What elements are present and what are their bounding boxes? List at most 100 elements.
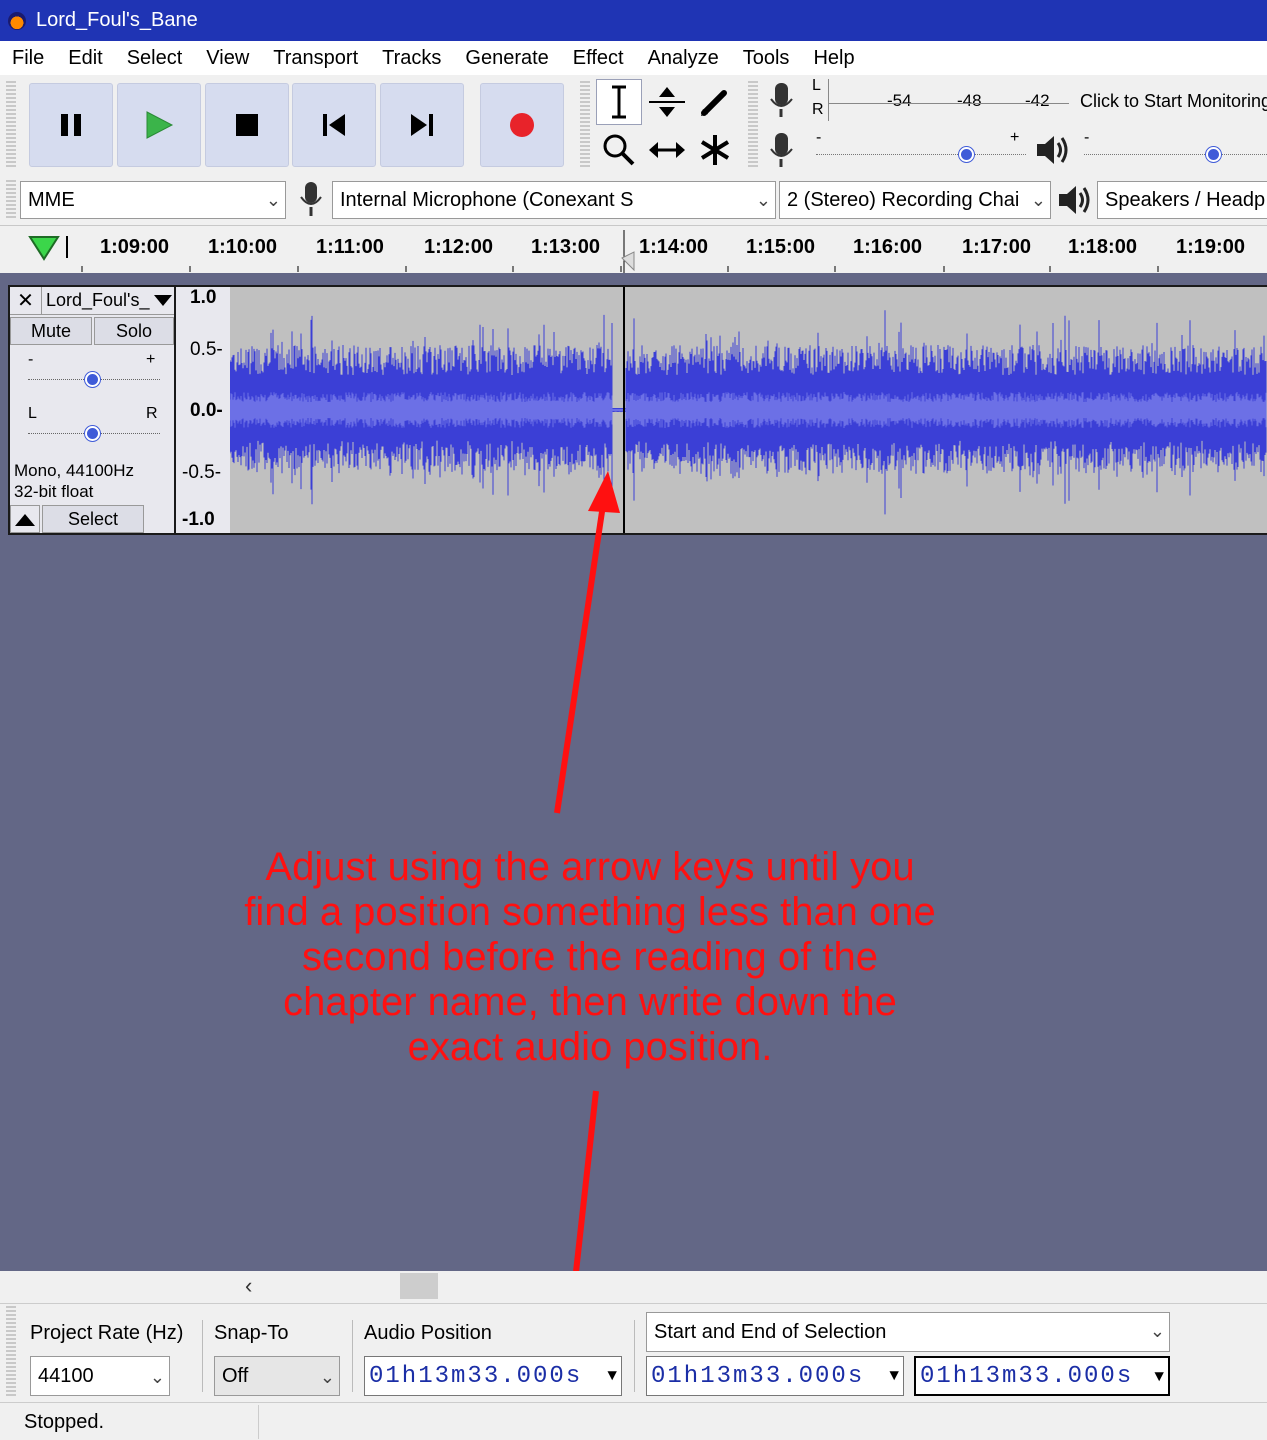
toolbar-grip[interactable]	[6, 81, 16, 169]
toolbar-grip[interactable]	[6, 1306, 16, 1396]
time-format-dropdown-icon[interactable]: ▼	[607, 1357, 619, 1395]
envelope-tool-button[interactable]	[644, 79, 690, 125]
microphone-icon	[770, 83, 793, 117]
selection-end-field[interactable]: 01h13m33.000s ▼	[914, 1356, 1170, 1396]
meter-right-label: R	[812, 101, 824, 118]
audio-position-value: 01h13m33.000s	[369, 1362, 583, 1390]
snap-to-label: Snap-To	[214, 1322, 289, 1344]
timeline-ticks	[81, 230, 1159, 274]
project-rate-label: Project Rate (Hz)	[30, 1322, 184, 1344]
menu-analyze[interactable]: Analyze	[636, 47, 731, 70]
chevron-down-icon: ⌄	[149, 1367, 165, 1387]
audio-host-select[interactable]: MME ⌄	[20, 181, 286, 219]
status-bar: Stopped.	[0, 1402, 1267, 1440]
slider-minus: -	[1084, 129, 1090, 146]
double-arrow-icon	[649, 142, 685, 158]
audio-host-value: MME	[28, 188, 75, 211]
selection-end-value: 01h13m33.000s	[920, 1362, 1134, 1390]
audio-position-field[interactable]: 01h13m33.000s ▼	[364, 1356, 622, 1396]
speaker-icon	[1056, 183, 1092, 223]
recording-volume-slider[interactable]: - +	[816, 129, 1026, 165]
slider-thumb[interactable]	[959, 147, 974, 162]
menu-tools[interactable]: Tools	[731, 47, 802, 70]
chevron-down-icon: ⌄	[755, 190, 771, 210]
record-icon	[510, 113, 534, 137]
selection-start-field[interactable]: 01h13m33.000s ▼	[646, 1356, 904, 1396]
zoom-tool-button[interactable]	[596, 127, 642, 173]
selection-toolbar: Project Rate (Hz) 44100 ⌄ Snap-To Off ⌄ …	[0, 1303, 1267, 1400]
microphone-icon	[296, 180, 326, 224]
menu-edit[interactable]: Edit	[56, 47, 114, 70]
selection-tool-button[interactable]	[596, 79, 642, 125]
project-rate-value: 44100	[38, 1364, 94, 1387]
slider-thumb[interactable]	[1206, 147, 1221, 162]
pause-icon	[61, 114, 81, 136]
i-beam-icon	[612, 85, 626, 119]
menu-effect[interactable]: Effect	[561, 47, 636, 70]
record-meter-button[interactable]	[766, 81, 798, 125]
audio-position-label: Audio Position	[364, 1322, 492, 1344]
menu-file[interactable]: File	[12, 47, 56, 70]
slider-plus: +	[1010, 129, 1020, 146]
playback-device-select[interactable]: Speakers / Headp	[1097, 181, 1267, 219]
timeline-ruler[interactable]: 1:09:00 1:10:00 1:11:00 1:12:00 1:13:00 …	[0, 225, 1267, 274]
menu-bar: File Edit Select View Transport Tracks G…	[0, 41, 1267, 75]
scrollbar-thumb[interactable]	[400, 1273, 438, 1299]
selection-mode-value: Start and End of Selection	[654, 1320, 887, 1343]
audacity-app-icon	[8, 11, 26, 30]
menu-tracks[interactable]: Tracks	[370, 47, 453, 70]
multi-tool-button[interactable]	[692, 127, 738, 173]
pencil-icon	[701, 90, 727, 116]
selection-mode-select[interactable]: Start and End of Selection ⌄	[646, 1312, 1170, 1352]
snap-to-value: Off	[222, 1364, 249, 1387]
stop-button[interactable]	[205, 83, 289, 167]
microphone-icon	[770, 133, 793, 167]
speaker-icon	[1037, 136, 1068, 164]
playback-device-value: Speakers / Headp	[1105, 188, 1266, 211]
recording-volume-button	[766, 131, 798, 175]
record-meter[interactable]: -54 -48 -42	[828, 79, 1069, 121]
chevron-down-icon: ⌄	[319, 1367, 335, 1387]
horizontal-scrollbar[interactable]: ‹	[0, 1271, 1267, 1303]
project-rate-select[interactable]: 44100 ⌄	[30, 1356, 170, 1396]
device-toolbar: MME ⌄ Internal Microphone (Conexant S ⌄ …	[0, 176, 1267, 224]
chevron-down-icon: ⌄	[1149, 1321, 1165, 1341]
recording-channels-value: 2 (Stereo) Recording Chai	[787, 188, 1020, 211]
menu-select[interactable]: Select	[115, 47, 195, 70]
menu-view[interactable]: View	[194, 47, 261, 70]
skip-to-start-button[interactable]	[292, 83, 376, 167]
play-icon	[146, 111, 174, 139]
asterisk-icon	[700, 135, 730, 165]
window-title: Lord_Foul's_Bane	[36, 9, 198, 31]
skip-to-end-button[interactable]	[380, 83, 464, 167]
toolbar-grip[interactable]	[6, 180, 16, 220]
time-format-dropdown-icon[interactable]: ▼	[889, 1357, 901, 1395]
menu-transport[interactable]: Transport	[261, 47, 370, 70]
track-area[interactable]: ✕ Lord_Foul's_ Mute Solo - + L R Mono, 4…	[0, 273, 1267, 1271]
time-format-dropdown-icon[interactable]: ▼	[1154, 1358, 1166, 1396]
envelope-icon	[649, 87, 685, 117]
playback-volume-button	[1034, 133, 1070, 173]
title-bar: Lord_Foul's_Bane	[0, 0, 1267, 41]
toolbar-grip[interactable]	[748, 81, 758, 169]
skip-start-icon	[323, 114, 345, 136]
click-to-start-monitoring[interactable]: Click to Start Monitoring	[1080, 91, 1267, 112]
selection-start-value: 01h13m33.000s	[651, 1362, 865, 1390]
pause-button[interactable]	[29, 83, 113, 167]
play-button[interactable]	[117, 83, 201, 167]
menu-generate[interactable]: Generate	[453, 47, 560, 70]
meter-tick: -48	[957, 91, 982, 110]
snap-to-select[interactable]: Off ⌄	[214, 1356, 340, 1396]
menu-help[interactable]: Help	[801, 47, 866, 70]
scroll-left-arrow-icon[interactable]: ‹	[245, 1273, 252, 1299]
meter-left-label: L	[812, 77, 821, 94]
playback-volume-slider[interactable]: -	[1084, 129, 1267, 165]
recording-channels-select[interactable]: 2 (Stereo) Recording Chai ⌄	[779, 181, 1051, 219]
skip-end-icon	[411, 114, 433, 136]
toolbar-grip[interactable]	[580, 81, 590, 169]
annotation-arrows	[554, 471, 620, 1271]
recording-device-select[interactable]: Internal Microphone (Conexant S ⌄	[332, 181, 776, 219]
record-button[interactable]	[480, 83, 564, 167]
time-shift-tool-button[interactable]	[644, 127, 690, 173]
draw-tool-button[interactable]	[692, 79, 738, 125]
